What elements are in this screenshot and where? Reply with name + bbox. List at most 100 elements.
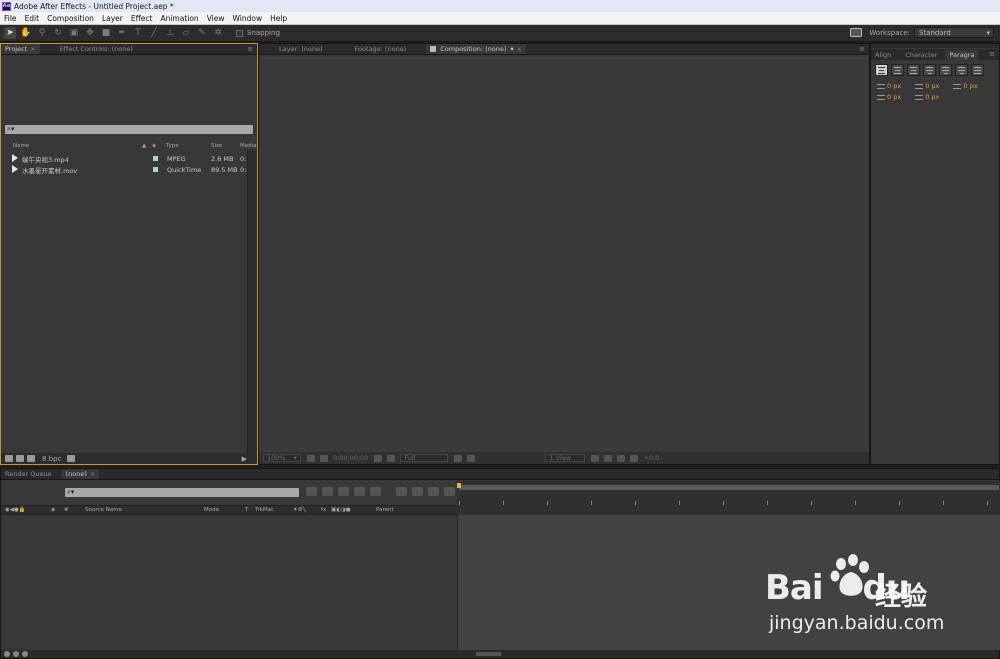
toggle-pixel-aspect-icon[interactable] bbox=[591, 454, 600, 462]
current-time-indicator[interactable] bbox=[457, 483, 461, 488]
align-right-icon[interactable] bbox=[907, 64, 920, 76]
list-item[interactable]: 端午央视3.mp4 MPEG 2.6 MB 0: bbox=[3, 153, 247, 164]
new-composition-icon[interactable] bbox=[27, 455, 35, 462]
justify-last-left-icon[interactable] bbox=[923, 64, 936, 76]
toggle-switches-icon[interactable] bbox=[4, 651, 10, 657]
trash-icon[interactable] bbox=[67, 455, 76, 462]
tab-effect-controls[interactable]: Effect Controls: (none) bbox=[56, 44, 137, 54]
brainstorm-icon[interactable] bbox=[412, 487, 423, 496]
region-icon[interactable] bbox=[319, 454, 328, 462]
close-icon[interactable]: × bbox=[517, 45, 522, 53]
col-source-name[interactable]: Source Name bbox=[85, 507, 122, 513]
menu-window[interactable]: Window bbox=[229, 14, 267, 23]
label-tag-icon[interactable]: ◈ bbox=[152, 143, 156, 149]
menu-help[interactable]: Help bbox=[266, 14, 291, 23]
live-update-icon[interactable] bbox=[322, 487, 333, 496]
puppet-tool-icon[interactable]: ✲ bbox=[212, 27, 224, 39]
safe-margins-icon[interactable] bbox=[306, 454, 315, 462]
menu-animation[interactable]: Animation bbox=[156, 14, 202, 23]
col-media[interactable]: Media bbox=[240, 143, 257, 149]
project-scrollbar[interactable] bbox=[247, 150, 257, 458]
resolution-select[interactable]: Full bbox=[400, 454, 449, 462]
flowchart-icon[interactable] bbox=[604, 454, 613, 462]
menu-effect[interactable]: Effect bbox=[127, 14, 157, 23]
magnification-select[interactable]: 100% ▾ bbox=[263, 454, 301, 462]
label-swatch[interactable] bbox=[153, 156, 158, 161]
col-parent[interactable]: Parent bbox=[376, 507, 394, 513]
pen-tool-icon[interactable]: ✒ bbox=[116, 27, 128, 39]
fast-preview-icon[interactable] bbox=[467, 454, 476, 462]
type-tool-icon[interactable]: T bbox=[132, 27, 144, 39]
timecode-display[interactable]: 0;00;00;00 bbox=[333, 454, 369, 462]
hand-tool-icon[interactable]: ✋ bbox=[20, 27, 32, 39]
menu-layer[interactable]: Layer bbox=[98, 14, 127, 23]
new-folder-icon[interactable] bbox=[16, 455, 24, 462]
justify-last-right-icon[interactable] bbox=[955, 64, 968, 76]
shy-icon[interactable] bbox=[354, 487, 365, 496]
frame-blending-icon[interactable] bbox=[370, 487, 381, 496]
col-mode[interactable]: Mode bbox=[204, 507, 219, 513]
col-t[interactable]: T bbox=[245, 507, 248, 513]
timeline-icon[interactable] bbox=[617, 454, 626, 462]
transparency-grid-icon[interactable] bbox=[454, 454, 463, 462]
av-features-icon[interactable]: ◉◀●🔒 bbox=[5, 507, 26, 513]
tab-layer[interactable]: Layer: (none) bbox=[275, 44, 327, 54]
comp-mini-flowchart-icon[interactable] bbox=[306, 487, 317, 496]
chevron-down-icon[interactable]: ▾ bbox=[510, 45, 513, 53]
rotation-tool-icon[interactable]: ↻ bbox=[52, 27, 64, 39]
eraser-tool-icon[interactable]: ▱ bbox=[180, 27, 192, 39]
tab-project[interactable]: Project × bbox=[1, 44, 40, 54]
clone-stamp-tool-icon[interactable]: ⊥ bbox=[164, 27, 176, 39]
roto-brush-tool-icon[interactable]: ✎ bbox=[196, 27, 208, 39]
reset-exposure-icon[interactable] bbox=[630, 454, 639, 462]
justify-all-icon[interactable] bbox=[971, 64, 984, 76]
project-search-input[interactable]: ⌕▾ bbox=[5, 125, 253, 134]
switches-more-icon[interactable]: ▣◐◑● bbox=[331, 507, 351, 513]
bit-depth-button[interactable]: 8 bpc bbox=[42, 455, 61, 463]
selection-tool-icon[interactable]: ➤ bbox=[4, 27, 16, 39]
clock-icon[interactable] bbox=[444, 487, 455, 496]
menu-edit[interactable]: Edit bbox=[21, 14, 44, 23]
close-icon[interactable]: × bbox=[30, 45, 35, 53]
rectangle-tool-icon[interactable]: ■ bbox=[100, 27, 112, 39]
panel-menu-icon[interactable]: ≡ bbox=[859, 45, 865, 53]
justify-last-center-icon[interactable] bbox=[939, 64, 952, 76]
menu-composition[interactable]: Composition bbox=[43, 14, 98, 23]
align-center-icon[interactable] bbox=[891, 64, 904, 76]
scroll-right-icon[interactable]: ▶ bbox=[242, 455, 247, 463]
tab-character[interactable]: Character bbox=[901, 50, 941, 60]
list-item[interactable]: 水墨晕开素材.mov QuickTime 89.5 MB 0: bbox=[3, 164, 247, 175]
tab-timeline-none[interactable]: (none) × bbox=[61, 469, 100, 479]
tab-footage[interactable]: Footage: (none) bbox=[351, 44, 411, 54]
camera-tool-icon[interactable]: ▣ bbox=[68, 27, 80, 39]
layer-list[interactable] bbox=[1, 515, 457, 650]
snapshot-icon[interactable] bbox=[374, 454, 383, 462]
pan-behind-tool-icon[interactable]: ✥ bbox=[84, 27, 96, 39]
composition-viewer[interactable] bbox=[261, 58, 867, 451]
brush-tool-icon[interactable]: ╱ bbox=[148, 27, 160, 39]
col-size[interactable]: Size bbox=[211, 143, 222, 149]
switches-icon[interactable]: ✦⚙╲ bbox=[293, 507, 306, 513]
workspace-icon[interactable] bbox=[850, 28, 863, 37]
workspace-select[interactable]: Standard ▾ bbox=[914, 27, 994, 38]
work-area-bar[interactable] bbox=[459, 485, 999, 490]
panel-menu-icon[interactable]: ≡ bbox=[989, 50, 995, 58]
col-type[interactable]: Type bbox=[166, 143, 179, 149]
label-swatch[interactable] bbox=[153, 167, 158, 172]
tab-paragraph[interactable]: Paragra bbox=[945, 50, 979, 60]
timeline-search-input[interactable]: ⌕▾ bbox=[65, 488, 299, 497]
snapping-checkbox[interactable] bbox=[236, 29, 243, 37]
show-channel-icon[interactable] bbox=[387, 454, 396, 462]
tab-align[interactable]: Align bbox=[871, 50, 895, 60]
exposure-value[interactable]: +0.0 bbox=[643, 454, 659, 462]
time-ruler[interactable] bbox=[457, 481, 1000, 515]
graph-editor-icon[interactable] bbox=[428, 487, 439, 496]
motion-blur-icon[interactable] bbox=[396, 487, 407, 496]
panel-menu-icon[interactable]: ≡ bbox=[247, 45, 253, 53]
close-icon[interactable]: × bbox=[90, 470, 95, 478]
toggle-modes-icon[interactable] bbox=[13, 651, 19, 657]
col-trkmat[interactable]: TrkMat bbox=[255, 507, 273, 513]
draft-3d-icon[interactable] bbox=[338, 487, 349, 496]
tab-render-queue[interactable]: Render Queue bbox=[1, 469, 56, 479]
menu-file[interactable]: File bbox=[0, 14, 21, 23]
